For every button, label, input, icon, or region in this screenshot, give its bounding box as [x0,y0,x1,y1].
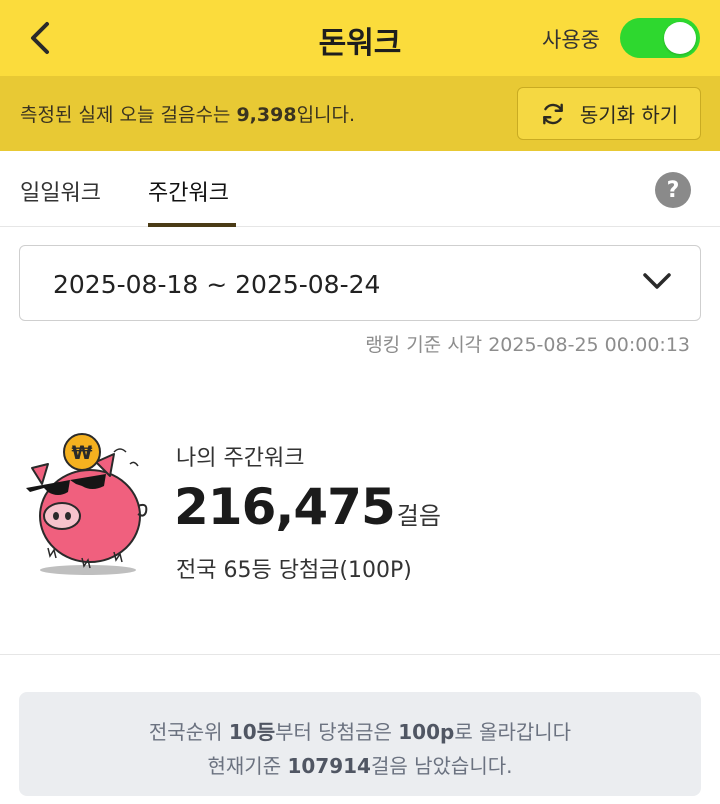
info-line1-prefix: 전국순위 [148,720,229,744]
sync-bar: 측정된 실제 오늘 걸음수는 9,398입니다. 동기화 하기 [0,76,720,151]
toggle-label: 사용중 [542,28,600,52]
chevron-left-icon [31,22,49,54]
back-button[interactable] [20,16,60,60]
today-steps-prefix: 측정된 실제 오늘 걸음수는 [20,104,237,126]
refresh-icon [542,103,563,124]
tab-weekly-walk[interactable]: 주간워크 [148,175,229,207]
reward-info-line-2: 현재기준 107914걸음 남았습니다. [19,750,701,779]
info-line2-steps: 107914 [287,754,371,778]
reward-info-line-1: 전국순위 10등부터 당첨금은 100p로 올라갑니다 [19,716,701,745]
page-title: 돈워크 [318,26,402,61]
today-steps-suffix: 입니다. [296,104,356,126]
info-line1-rank: 10등 [228,720,276,744]
pig-mascot-icon: ₩ [26,433,148,575]
usage-toggle[interactable] [620,18,700,58]
info-line2-suffix: 걸음 남았습니다. [370,754,513,778]
reward-info-box: 전국순위 10등부터 당첨금은 100p로 올라갑니다 현재기준 107914걸… [19,692,701,796]
info-line1-amount: 100p [398,720,455,744]
my-weekly-walk-label: 나의 주간워크 [176,446,305,471]
weekly-steps-value: 216,475 [174,478,396,536]
ranking-timestamp: 랭킹 기준 시각 2025-08-25 00:00:13 [365,334,690,356]
weekly-steps: 216,475걸음 [174,478,441,536]
week-range-value: 2025-08-18 ~ 2025-08-24 [53,270,381,299]
coin-symbol: ₩ [72,442,93,464]
info-line2-prefix: 현재기준 [207,754,288,778]
sync-button-label: 동기화 하기 [579,103,679,127]
active-tab-indicator [148,223,236,227]
today-steps-value: 9,398 [236,104,297,126]
weekly-steps-unit: 걸음 [396,502,441,530]
chevron-down-icon [643,273,671,289]
info-line1-suffix: 로 올라갑니다 [454,720,572,744]
week-range-select[interactable]: 2025-08-18 ~ 2025-08-24 [19,245,701,321]
toggle-knob [664,22,696,54]
top-app-bar: 돈워크 사용중 [0,0,720,76]
sync-button[interactable]: 동기화 하기 [517,87,701,140]
section-divider [0,654,720,655]
national-rank-text: 전국 65등 당첨금(100P) [176,558,412,583]
tab-daily-walk[interactable]: 일일워크 [20,175,101,207]
today-steps-text: 측정된 실제 오늘 걸음수는 9,398입니다. [20,100,355,127]
help-icon[interactable]: ? [655,172,691,208]
tab-bar: 일일워크 주간워크 ? [0,151,720,227]
info-line1-mid: 부터 당첨금은 [275,720,399,744]
